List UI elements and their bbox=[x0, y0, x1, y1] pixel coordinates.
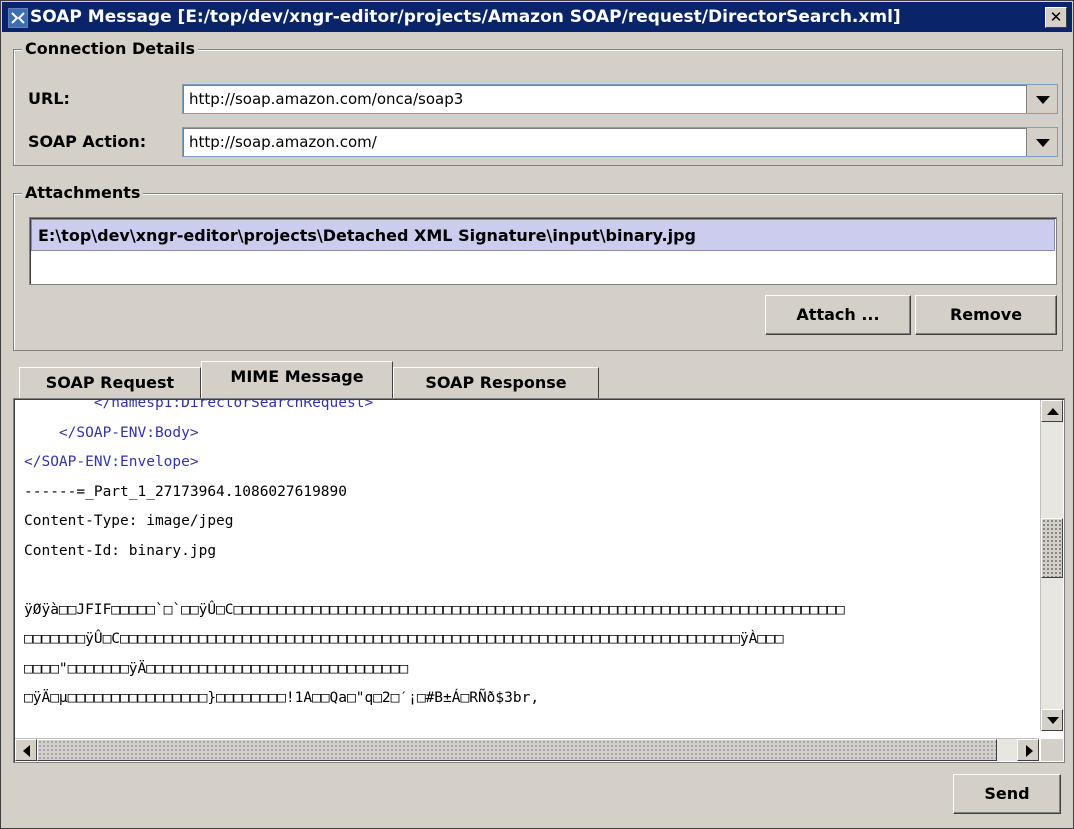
connection-details-title: Connection Details bbox=[22, 39, 199, 58]
horizontal-scrollbar[interactable] bbox=[15, 738, 1039, 761]
scroll-down-icon[interactable] bbox=[1041, 709, 1063, 731]
horizontal-scroll-thumb[interactable] bbox=[37, 739, 997, 761]
message-line: </SOAP-ENV:Envelope> bbox=[24, 454, 199, 470]
message-line: </namesp1:DirectorSearchRequest> bbox=[24, 398, 374, 411]
vertical-scrollbar[interactable] bbox=[1040, 400, 1063, 731]
scroll-up-icon[interactable] bbox=[1041, 400, 1063, 422]
scrollbar-corner bbox=[1041, 739, 1063, 761]
app-icon bbox=[8, 8, 28, 28]
send-button[interactable]: Send bbox=[953, 774, 1061, 814]
message-line: □ÿÄ□µ□□□□□□□□□□□□□□□□}□□□□□□□□!1A□□Qa□"q… bbox=[24, 690, 540, 706]
close-button[interactable]: ✕ bbox=[1045, 7, 1067, 28]
message-line: Content-Id: binary.jpg bbox=[24, 542, 217, 559]
scroll-right-icon[interactable] bbox=[1017, 739, 1039, 761]
message-line: ------=_Part_1_27173964.1086027619890 bbox=[24, 483, 348, 500]
attachments-list[interactable]: E:\top\dev\xngr-editor\projects\Detached… bbox=[29, 217, 1057, 285]
soap-action-label: SOAP Action: bbox=[28, 132, 147, 151]
message-line: □□□□"□□□□□□□ÿÄ□□□□□□□□□□□□□□□□□□□□□□□□□□… bbox=[24, 660, 409, 677]
url-value: http://soap.amazon.com/onca/soap3 bbox=[189, 90, 464, 108]
soap-message-dialog: SOAP Message [E:/top/dev/xngr-editor/pro… bbox=[0, 0, 1074, 829]
message-text[interactable]: </namesp1:DirectorSearchRequest> </SOAP-… bbox=[24, 398, 1042, 714]
attach-button[interactable]: Attach ... bbox=[765, 295, 911, 335]
soap-action-combo[interactable]: http://soap.amazon.com/ bbox=[182, 127, 1058, 157]
tab-soap-request[interactable]: SOAP Request bbox=[19, 367, 201, 398]
url-dropdown-arrow-icon[interactable] bbox=[1026, 85, 1057, 113]
url-combo[interactable]: http://soap.amazon.com/onca/soap3 bbox=[182, 84, 1058, 114]
close-icon: ✕ bbox=[1049, 8, 1063, 26]
message-line: </SOAP-ENV:Body> bbox=[24, 424, 199, 441]
remove-button[interactable]: Remove bbox=[915, 295, 1057, 335]
message-line: Content-Type: image/jpeg bbox=[24, 513, 234, 529]
title-bar[interactable]: SOAP Message [E:/top/dev/xngr-editor/pro… bbox=[2, 2, 1072, 32]
window-title: SOAP Message [E:/top/dev/xngr-editor/pro… bbox=[30, 7, 901, 27]
attachments-title: Attachments bbox=[22, 183, 144, 202]
message-line: ÿØÿà□□JFIF□□□□□`□`□□ÿÛ□C□□□□□□□□□□□□□□□□… bbox=[24, 601, 845, 618]
tab-mime-message[interactable]: MIME Message bbox=[201, 361, 393, 398]
soap-action-dropdown-arrow-icon[interactable] bbox=[1026, 128, 1057, 156]
mime-message-editor[interactable]: </namesp1:DirectorSearchRequest> </SOAP-… bbox=[13, 398, 1065, 763]
vertical-scroll-thumb[interactable] bbox=[1041, 518, 1063, 578]
scroll-left-icon[interactable] bbox=[15, 739, 37, 761]
message-line: □□□□□□□ÿÛ□C□□□□□□□□□□□□□□□□□□□□□□□□□□□□□… bbox=[24, 631, 784, 647]
attachment-path: E:\top\dev\xngr-editor\projects\Detached… bbox=[38, 226, 696, 245]
attachment-item[interactable]: E:\top\dev\xngr-editor\projects\Detached… bbox=[31, 219, 1055, 251]
tab-soap-response[interactable]: SOAP Response bbox=[393, 367, 599, 398]
message-line bbox=[24, 566, 1042, 596]
soap-action-value: http://soap.amazon.com/ bbox=[189, 133, 377, 151]
url-label: URL: bbox=[28, 89, 70, 108]
